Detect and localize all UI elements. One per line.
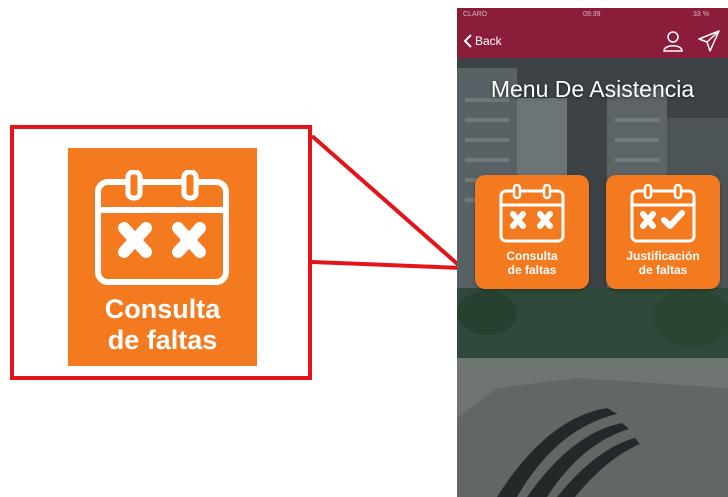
- tile-label: Consulta de faltas: [475, 249, 589, 277]
- zoomed-tile-label-line2: de faltas: [107, 325, 218, 355]
- tile-label-line2: de faltas: [507, 263, 557, 277]
- back-label: Back: [475, 34, 502, 48]
- clock: 09:39: [583, 11, 601, 18]
- justificacion-faltas-button[interactable]: Justificación de faltas: [606, 175, 720, 289]
- battery-level: 33 %: [693, 11, 709, 18]
- tile-label-line2: de faltas: [638, 263, 688, 277]
- chevron-left-icon: [463, 34, 472, 48]
- back-button[interactable]: Back: [463, 31, 502, 51]
- zoomed-tile-label: Consulta de faltas: [68, 294, 257, 356]
- consulta-faltas-button[interactable]: Consulta de faltas: [475, 175, 589, 289]
- page-title: Menu De Asistencia: [490, 76, 695, 102]
- tile-label: Justificación de faltas: [606, 249, 720, 277]
- calendar-x-icon: [95, 170, 229, 285]
- user-icon[interactable]: [662, 30, 684, 52]
- zoomed-consulta-tile: Consulta de faltas: [68, 148, 257, 366]
- send-icon[interactable]: [698, 30, 720, 52]
- tile-label-line1: Consulta: [506, 249, 558, 263]
- phone-screen: CLARO 09:39 33 % Back Menu De Asistencia…: [457, 8, 728, 497]
- carrier-label: CLARO: [463, 11, 488, 18]
- calendar-check-icon: [630, 184, 696, 243]
- nav-bar: Back: [457, 24, 728, 58]
- tile-label-line1: Justificación: [626, 249, 700, 263]
- status-bar: CLARO 09:39 33 %: [457, 8, 728, 24]
- calendar-x-icon: [499, 184, 565, 243]
- zoomed-tile-label-line1: Consulta: [104, 294, 221, 324]
